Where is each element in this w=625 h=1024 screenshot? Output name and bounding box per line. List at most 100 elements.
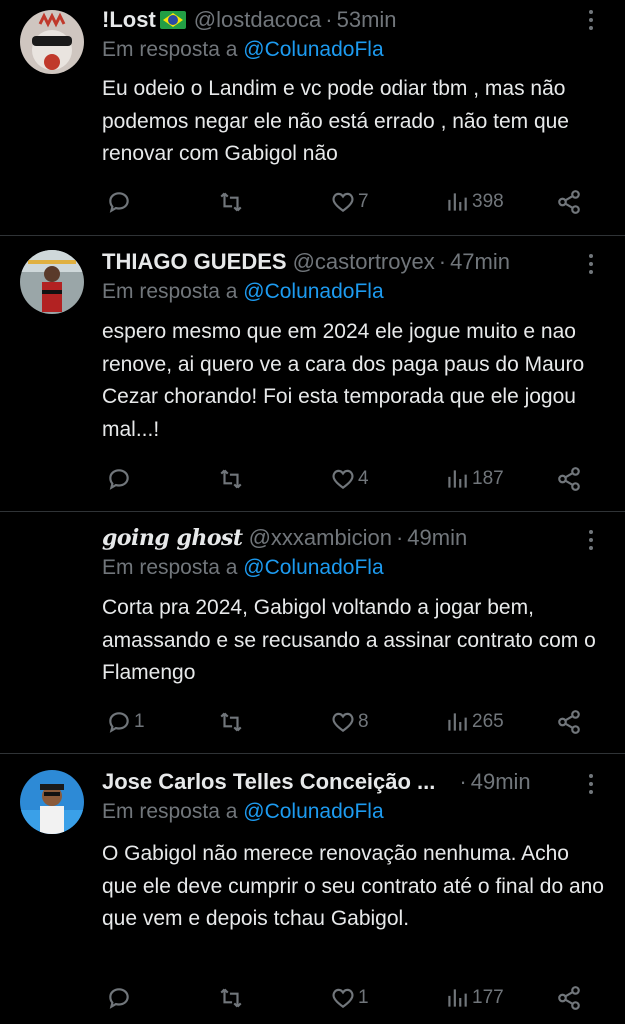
share-icon bbox=[558, 467, 580, 491]
retweet-icon bbox=[220, 192, 242, 212]
reply-context: Em resposta a @ColunadoFla bbox=[102, 800, 384, 824]
retweet-button[interactable] bbox=[218, 981, 246, 1015]
reply-context: Em resposta a @ColunadoFla bbox=[102, 280, 384, 304]
like-button[interactable]: 4 bbox=[330, 462, 369, 496]
more-icon[interactable] bbox=[581, 772, 601, 796]
reply-mention[interactable]: @ColunadoFla bbox=[243, 38, 383, 61]
retweet-icon bbox=[220, 988, 242, 1008]
views-button[interactable]: 187 bbox=[444, 462, 504, 496]
reply-button[interactable] bbox=[106, 981, 134, 1015]
like-count: 1 bbox=[358, 987, 369, 1008]
reply-icon bbox=[109, 712, 129, 733]
views-count: 177 bbox=[472, 987, 504, 1008]
handle[interactable]: @lostdacoca bbox=[194, 7, 322, 33]
reply-mention[interactable]: @ColunadoFla bbox=[243, 280, 383, 303]
reply-icon bbox=[109, 192, 129, 213]
separator: · bbox=[325, 7, 333, 32]
avatar[interactable] bbox=[20, 250, 84, 314]
handle[interactable]: @castortroyex bbox=[293, 249, 435, 275]
share-button[interactable] bbox=[556, 981, 582, 1015]
reply-icon bbox=[109, 988, 129, 1009]
reply-count: 1 bbox=[134, 711, 145, 732]
tweet-text: espero mesmo que em 2024 ele jogue muito… bbox=[102, 320, 585, 441]
reply-prefix: Em resposta a bbox=[102, 556, 238, 579]
like-count: 8 bbox=[358, 711, 369, 732]
views-count: 187 bbox=[472, 468, 504, 489]
more-icon[interactable] bbox=[581, 528, 601, 552]
separator: · bbox=[459, 769, 467, 794]
more-icon[interactable] bbox=[581, 8, 601, 32]
tweet[interactable]: THIAGO GUEDES @castortroyex · 47min Em r… bbox=[0, 236, 625, 512]
avatar[interactable] bbox=[20, 770, 84, 834]
timestamp[interactable]: 47min bbox=[450, 249, 510, 275]
share-icon bbox=[558, 190, 580, 214]
reply-context: Em resposta a @ColunadoFla bbox=[102, 556, 384, 580]
like-button[interactable]: 8 bbox=[330, 705, 369, 739]
views-button[interactable]: 177 bbox=[444, 981, 504, 1015]
tweet-header: !Lost @lostdacoca · 53min bbox=[102, 2, 397, 38]
views-icon bbox=[448, 989, 467, 1007]
separator: · bbox=[438, 249, 447, 274]
tweet-actions: 1 8 265 bbox=[102, 705, 607, 739]
like-count: 7 bbox=[358, 191, 369, 212]
views-count: 265 bbox=[472, 711, 504, 732]
share-button[interactable] bbox=[556, 705, 582, 739]
tweet-text: Eu odeio o Landim e vc pode odiar tbm , … bbox=[102, 77, 569, 165]
retweet-icon bbox=[220, 469, 242, 489]
more-icon[interactable] bbox=[581, 252, 601, 276]
avatar[interactable] bbox=[20, 10, 84, 74]
separator: · bbox=[395, 525, 404, 550]
heart-icon bbox=[332, 712, 354, 732]
like-button[interactable]: 1 bbox=[330, 981, 369, 1015]
handle[interactable]: @xxxambicion bbox=[249, 525, 392, 551]
heart-icon bbox=[332, 988, 354, 1008]
reply-context: Em resposta a @ColunadoFla bbox=[102, 38, 384, 62]
reply-prefix: Em resposta a bbox=[102, 38, 238, 61]
tweet[interactable]: Jose Carlos Telles Conceição ... · 49min… bbox=[0, 754, 625, 1024]
tweet-actions: 4 187 bbox=[102, 462, 607, 496]
display-name[interactable]: THIAGO GUEDES bbox=[102, 249, 287, 275]
reply-mention[interactable]: @ColunadoFla bbox=[243, 800, 383, 823]
display-name[interactable]: !Lost bbox=[102, 7, 156, 33]
reply-button[interactable] bbox=[106, 185, 134, 219]
brazil-flag-icon bbox=[159, 11, 186, 29]
reply-prefix: Em resposta a bbox=[102, 800, 238, 823]
views-button[interactable]: 398 bbox=[444, 185, 504, 219]
reply-mention[interactable]: @ColunadoFla bbox=[243, 556, 383, 579]
tweet[interactable]: going ghost @xxxambicion · 49min Em resp… bbox=[0, 512, 625, 754]
views-icon bbox=[448, 193, 467, 211]
share-icon bbox=[558, 986, 580, 1010]
tweet-actions: 7 398 bbox=[102, 185, 607, 219]
tweet-header: THIAGO GUEDES @castortroyex · 47min bbox=[102, 244, 510, 280]
timestamp[interactable]: 49min bbox=[471, 769, 531, 795]
heart-icon bbox=[332, 469, 354, 489]
share-button[interactable] bbox=[556, 462, 582, 496]
reply-icon bbox=[109, 469, 129, 490]
views-button[interactable]: 265 bbox=[444, 705, 504, 739]
share-button[interactable] bbox=[556, 185, 582, 219]
reply-button[interactable]: 1 bbox=[106, 705, 145, 739]
tweet[interactable]: !Lost @lostdacoca · 53min Em resposta a … bbox=[0, 0, 625, 236]
tweet-actions: 1 177 bbox=[102, 981, 607, 1015]
display-name[interactable]: going ghost bbox=[102, 525, 243, 551]
reply-prefix: Em resposta a bbox=[102, 280, 238, 303]
like-button[interactable]: 7 bbox=[330, 185, 369, 219]
retweet-button[interactable] bbox=[218, 462, 246, 496]
tweet-text: O Gabigol não merece renovação nenhuma. … bbox=[102, 842, 604, 930]
tweet-text: Corta pra 2024, Gabigol voltando a jogar… bbox=[102, 596, 596, 684]
tweet-header: going ghost @xxxambicion · 49min bbox=[102, 520, 467, 556]
views-icon bbox=[448, 470, 467, 488]
timestamp[interactable]: 49min bbox=[407, 525, 467, 551]
retweet-button[interactable] bbox=[218, 705, 246, 739]
retweet-icon bbox=[220, 712, 242, 732]
views-icon bbox=[448, 713, 467, 731]
timestamp[interactable]: 53min bbox=[337, 7, 397, 33]
reply-button[interactable] bbox=[106, 462, 134, 496]
like-count: 4 bbox=[358, 468, 369, 489]
views-count: 398 bbox=[472, 191, 504, 212]
retweet-button[interactable] bbox=[218, 185, 246, 219]
tweet-header: Jose Carlos Telles Conceição ... · 49min bbox=[102, 764, 531, 800]
share-icon bbox=[558, 710, 580, 734]
heart-icon bbox=[332, 192, 354, 212]
display-name[interactable]: Jose Carlos Telles Conceição ... bbox=[102, 769, 435, 795]
